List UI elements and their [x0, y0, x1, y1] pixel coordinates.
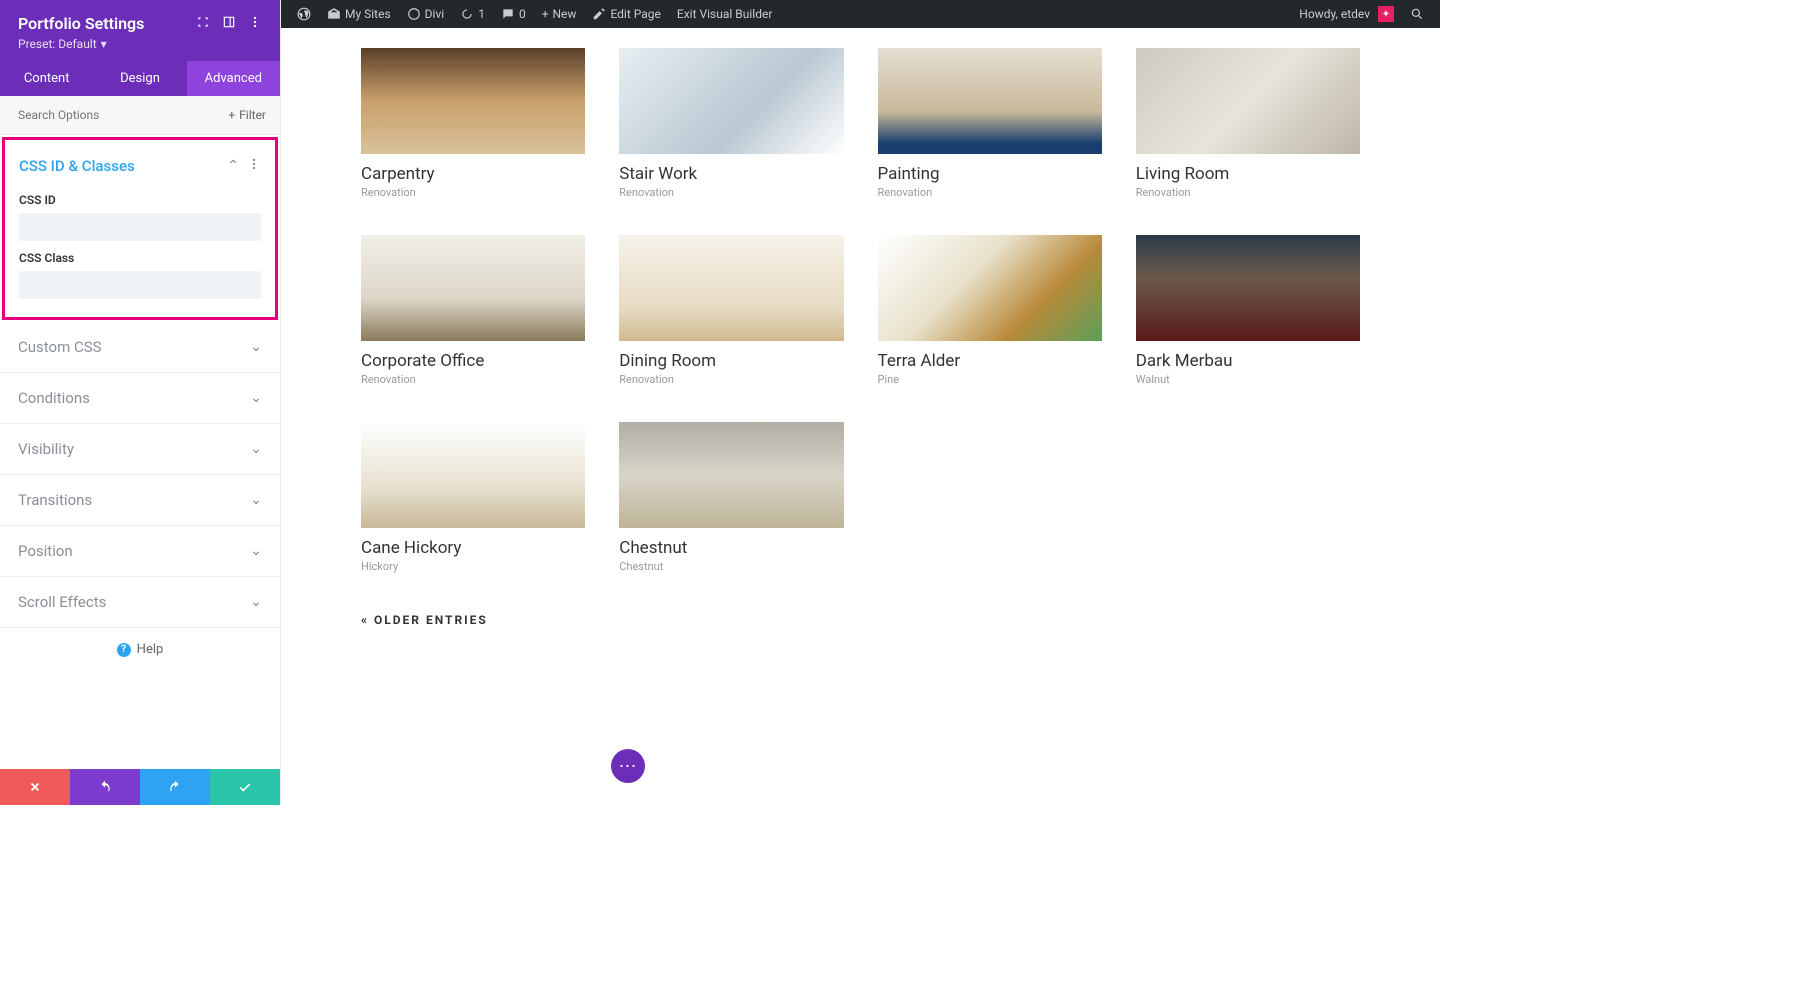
- plus-icon: +: [542, 7, 549, 21]
- chevron-down-icon: ⌄: [250, 594, 262, 610]
- portfolio-item[interactable]: Terra AlderPine: [878, 235, 1102, 386]
- portfolio-thumb: [619, 422, 843, 528]
- section-visibility[interactable]: Visibility ⌄: [0, 424, 280, 475]
- portfolio-thumb: [1136, 235, 1360, 341]
- more-icon: ⋯: [619, 756, 637, 777]
- builder-fab[interactable]: ⋯: [611, 749, 645, 783]
- updates-link[interactable]: 1: [452, 7, 493, 21]
- css-class-input[interactable]: [19, 271, 261, 299]
- edit-page-link[interactable]: Edit Page: [584, 7, 668, 21]
- chevron-down-icon: ⌄: [250, 492, 262, 508]
- section-conditions[interactable]: Conditions ⌄: [0, 373, 280, 424]
- portfolio-thumb: [361, 235, 585, 341]
- sidebar-title: Portfolio Settings: [18, 14, 144, 33]
- older-entries-link[interactable]: « OLDER ENTRIES: [361, 613, 1360, 627]
- portfolio-item[interactable]: Living RoomRenovation: [1136, 48, 1360, 199]
- portfolio-thumb: [361, 48, 585, 154]
- css-id-label: CSS ID: [19, 193, 261, 207]
- dock-icon[interactable]: [222, 14, 236, 33]
- sidebar-header: Portfolio Settings Preset: Default ▾: [0, 0, 280, 61]
- css-id-classes-section: CSS ID & Classes ⌃ CSS ID CSS Class: [2, 137, 278, 320]
- portfolio-item[interactable]: Cane HickoryHickory: [361, 422, 585, 573]
- section-header-css[interactable]: CSS ID & Classes ⌃: [19, 148, 261, 183]
- portfolio-thumb: [619, 235, 843, 341]
- section-custom-css[interactable]: Custom CSS ⌄: [0, 322, 280, 373]
- exit-builder-link[interactable]: Exit Visual Builder: [669, 7, 781, 21]
- sidebar-tabs: Content Design Advanced: [0, 61, 280, 96]
- portfolio-thumb: [878, 235, 1102, 341]
- comments-link[interactable]: 0: [493, 7, 534, 21]
- more-icon[interactable]: [248, 14, 262, 33]
- portfolio-item[interactable]: Dining RoomRenovation: [619, 235, 843, 386]
- portfolio-thumb: [878, 48, 1102, 154]
- close-button[interactable]: [0, 769, 70, 805]
- site-link[interactable]: Divi: [399, 7, 453, 21]
- sidebar-body: CSS ID & Classes ⌃ CSS ID CSS Class Cust…: [0, 135, 280, 769]
- chevron-down-icon: ⌄: [250, 339, 262, 355]
- avatar: ✦: [1378, 6, 1394, 22]
- help-icon: ?: [117, 643, 131, 657]
- preset-selector[interactable]: Preset: Default ▾: [18, 37, 262, 51]
- section-transitions[interactable]: Transitions ⌄: [0, 475, 280, 526]
- sidebar-footer: [0, 769, 280, 805]
- page-preview: CarpentryRenovation Stair WorkRenovation…: [281, 28, 1440, 805]
- howdy-link[interactable]: Howdy, etdev✦: [1291, 6, 1402, 22]
- search-icon[interactable]: [1402, 7, 1432, 21]
- filter-button[interactable]: + Filter: [214, 108, 280, 122]
- portfolio-item[interactable]: Corporate OfficeRenovation: [361, 235, 585, 386]
- portfolio-item[interactable]: ChestnutChestnut: [619, 422, 843, 573]
- portfolio-thumb: [361, 422, 585, 528]
- settings-sidebar: Portfolio Settings Preset: Default ▾ Con…: [0, 0, 281, 805]
- portfolio-item[interactable]: PaintingRenovation: [878, 48, 1102, 199]
- portfolio-item[interactable]: CarpentryRenovation: [361, 48, 585, 199]
- portfolio-thumb: [1136, 48, 1360, 154]
- css-class-label: CSS Class: [19, 251, 261, 265]
- wp-admin-bar: My Sites Divi 1 0 +New Edit Page Exit Vi…: [281, 0, 1440, 28]
- portfolio-thumb: [619, 48, 843, 154]
- wp-logo[interactable]: [289, 7, 319, 21]
- section-scroll-effects[interactable]: Scroll Effects ⌄: [0, 577, 280, 628]
- new-link[interactable]: +New: [534, 7, 585, 21]
- save-button[interactable]: [210, 769, 280, 805]
- chevron-down-icon: ▾: [101, 37, 107, 51]
- search-input[interactable]: [0, 96, 214, 134]
- section-position[interactable]: Position ⌄: [0, 526, 280, 577]
- portfolio-item[interactable]: Stair WorkRenovation: [619, 48, 843, 199]
- redo-button[interactable]: [140, 769, 210, 805]
- plus-icon: +: [228, 108, 235, 122]
- expand-icon[interactable]: [196, 14, 210, 33]
- more-icon[interactable]: [247, 156, 261, 175]
- chevron-down-icon: ⌄: [250, 543, 262, 559]
- chevron-down-icon: ⌄: [250, 390, 262, 406]
- tab-advanced[interactable]: Advanced: [187, 61, 280, 96]
- my-sites-link[interactable]: My Sites: [319, 7, 399, 21]
- css-id-input[interactable]: [19, 213, 261, 241]
- portfolio-grid: CarpentryRenovation Stair WorkRenovation…: [361, 48, 1360, 573]
- tab-design[interactable]: Design: [93, 61, 186, 96]
- undo-button[interactable]: [70, 769, 140, 805]
- chevron-up-icon: ⌃: [227, 158, 239, 174]
- tab-content[interactable]: Content: [0, 61, 93, 96]
- portfolio-item[interactable]: Dark MerbauWalnut: [1136, 235, 1360, 386]
- search-row: + Filter: [0, 96, 280, 135]
- help-link[interactable]: ? Help: [0, 628, 280, 671]
- chevron-down-icon: ⌄: [250, 441, 262, 457]
